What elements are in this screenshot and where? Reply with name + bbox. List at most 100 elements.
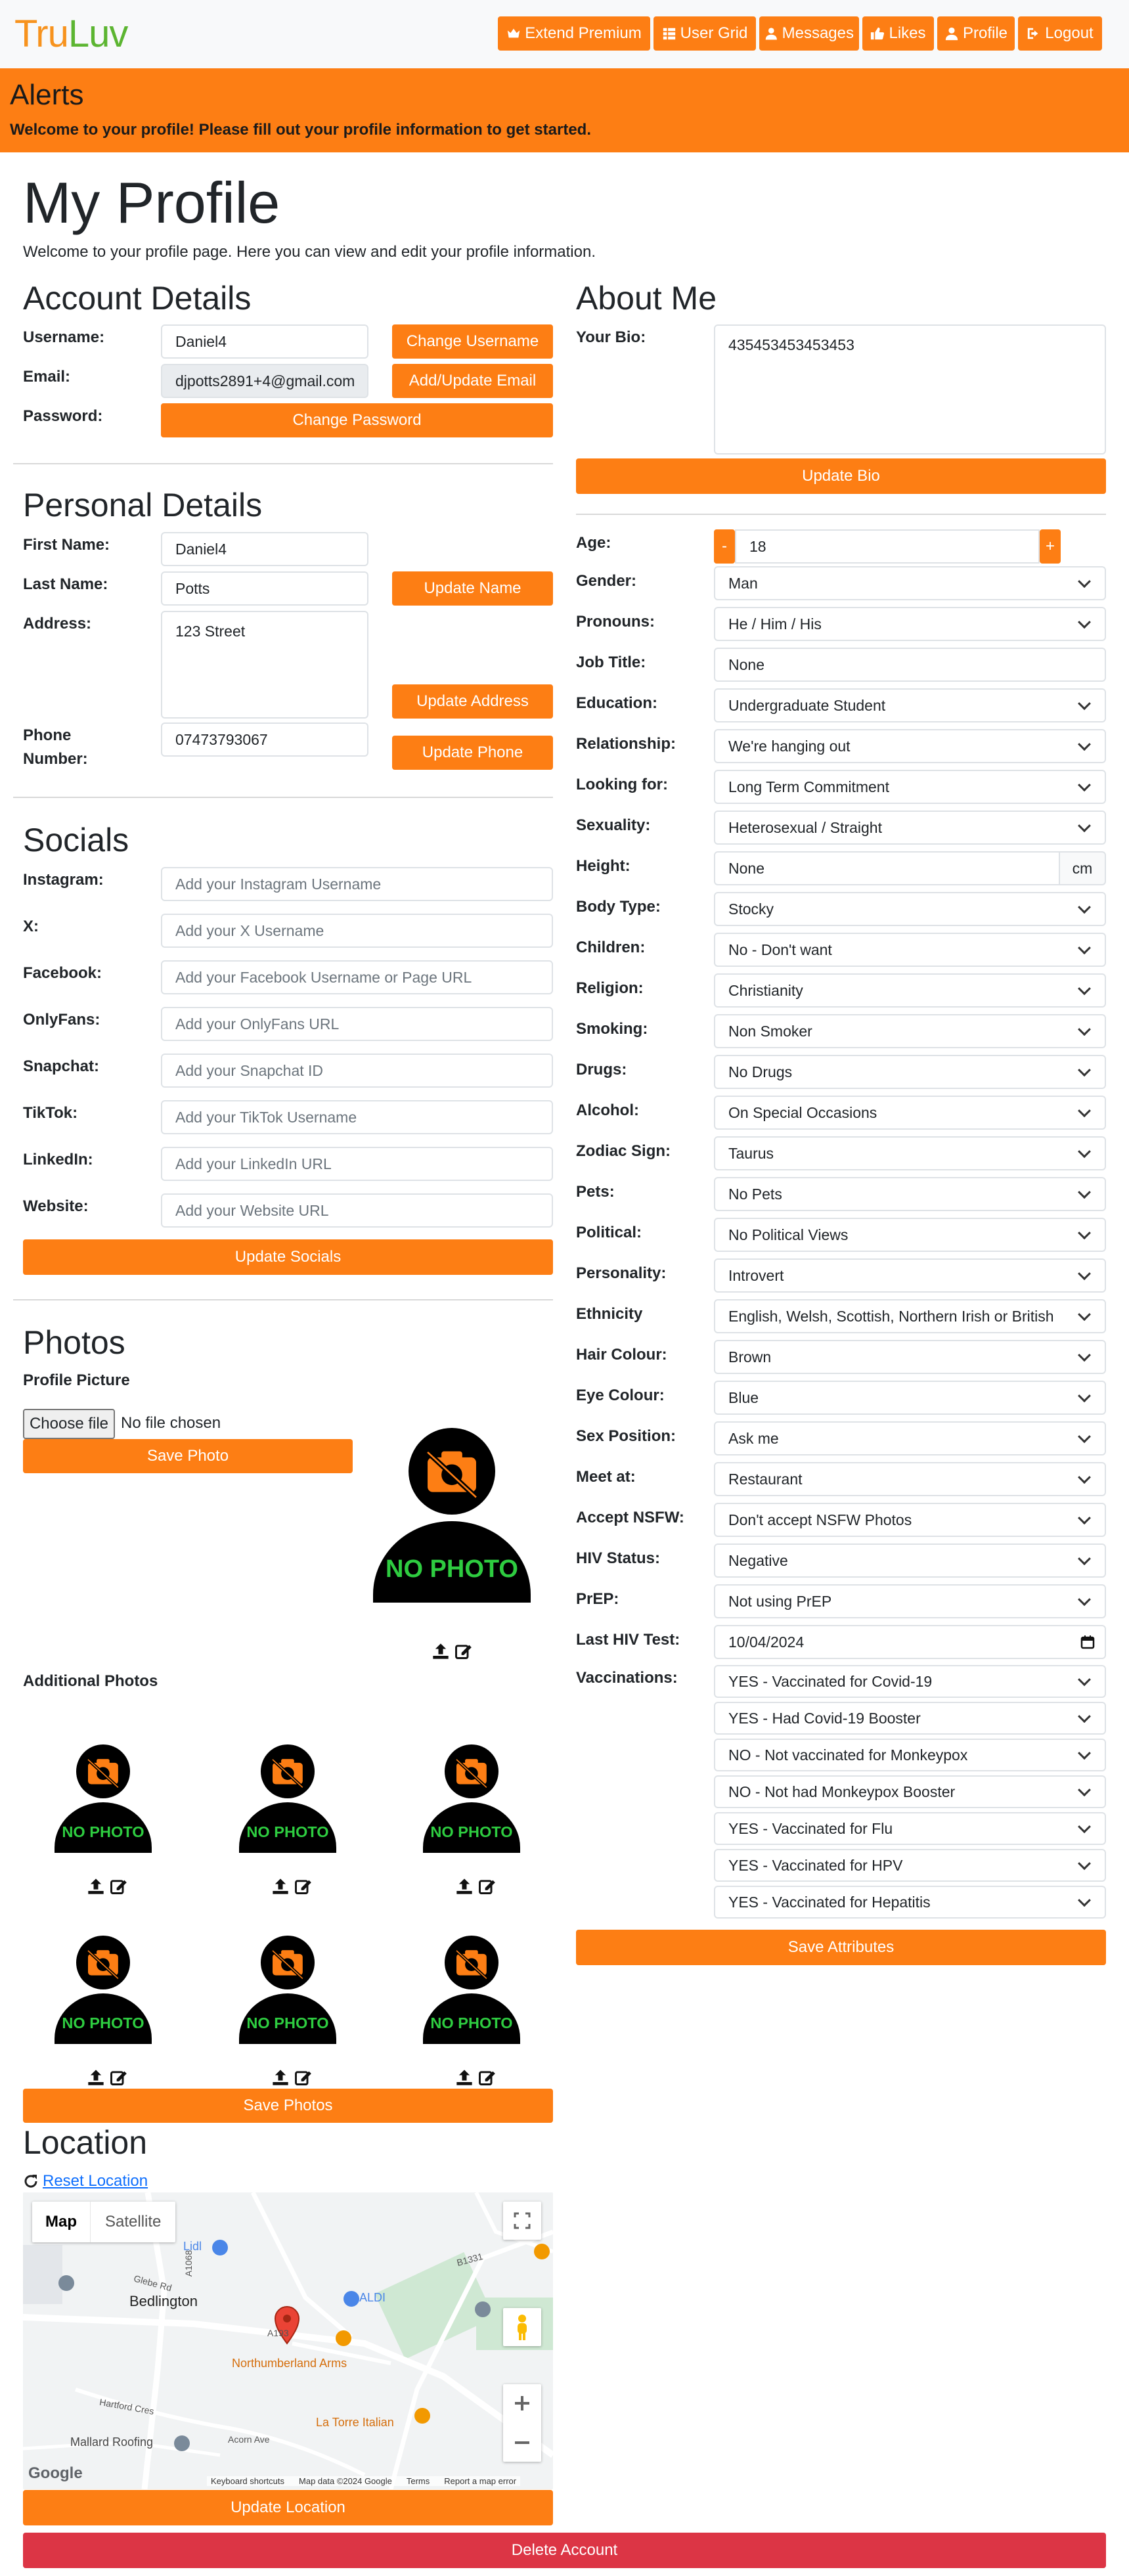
attribute-select[interactable]: Taurus: [714, 1136, 1106, 1170]
reset-location-link-wrap[interactable]: Reset Location: [23, 2172, 148, 2190]
username-input[interactable]: Daniel4: [161, 324, 368, 359]
last-name-input[interactable]: Potts: [161, 571, 368, 606]
nav-logout-button[interactable]: Logout: [1018, 16, 1102, 51]
attribute-select[interactable]: Brown: [714, 1340, 1106, 1374]
edit-icon[interactable]: [294, 1877, 312, 1896]
age-decrement-button[interactable]: -: [714, 529, 735, 564]
keyboard-shortcuts-link[interactable]: Keyboard shortcuts: [211, 2476, 284, 2486]
satellite-tab[interactable]: Satellite: [90, 2202, 175, 2242]
social-input[interactable]: Add your Snapchat ID: [161, 1054, 553, 1088]
email-input[interactable]: djpotts2891+4@gmail.com: [161, 364, 368, 398]
update-socials-button[interactable]: Update Socials: [23, 1239, 553, 1275]
attribute-select[interactable]: No - Don't want: [714, 933, 1106, 967]
vaccination-select[interactable]: YES - Vaccinated for Hepatitis: [714, 1886, 1106, 1919]
zoom-in-icon[interactable]: [503, 2384, 541, 2422]
report-map-error-link[interactable]: Report a map error: [444, 2476, 516, 2486]
attribute-select[interactable]: No Drugs: [714, 1055, 1106, 1089]
zoom-out-icon[interactable]: [503, 2424, 541, 2462]
upload-icon[interactable]: [87, 1877, 105, 1896]
nav-likes-button[interactable]: Likes: [862, 16, 934, 51]
attribute-select[interactable]: Not using PrEP: [714, 1584, 1106, 1618]
social-input[interactable]: Add your X Username: [161, 914, 553, 948]
reset-location-link[interactable]: Reset Location: [43, 2172, 148, 2190]
upload-icon[interactable]: [87, 2068, 105, 2087]
street-view-pegman[interactable]: [503, 2308, 541, 2346]
last-hiv-test-date-input[interactable]: 10/04/2024: [714, 1625, 1106, 1659]
attribute-select[interactable]: Heterosexual / Straight: [714, 811, 1106, 845]
social-input[interactable]: Add your OnlyFans URL: [161, 1007, 553, 1041]
upload-icon[interactable]: [432, 1642, 450, 1660]
social-input[interactable]: Add your TikTok Username: [161, 1100, 553, 1134]
age-input[interactable]: 18: [735, 529, 1040, 564]
choose-file-button[interactable]: Choose file: [23, 1409, 115, 1439]
update-bio-button[interactable]: Update Bio: [576, 458, 1106, 494]
attribute-select[interactable]: Non Smoker: [714, 1014, 1106, 1048]
change-username-button[interactable]: Change Username: [392, 324, 553, 359]
attribute-select[interactable]: Undergraduate Student: [714, 688, 1106, 722]
update-location-button[interactable]: Update Location: [23, 2490, 553, 2525]
vaccination-select[interactable]: YES - Vaccinated for Flu: [714, 1812, 1106, 1845]
nav-profile-button[interactable]: Profile: [937, 16, 1015, 51]
edit-icon[interactable]: [109, 1877, 127, 1896]
map-tab[interactable]: Map: [32, 2202, 90, 2242]
update-name-button[interactable]: Update Name: [392, 571, 553, 606]
attribute-select[interactable]: Christianity: [714, 973, 1106, 1008]
save-attributes-button[interactable]: Save Attributes: [576, 1930, 1106, 1965]
attribute-select[interactable]: Ask me: [714, 1421, 1106, 1455]
change-password-button[interactable]: Change Password: [161, 403, 553, 437]
delete-account-button[interactable]: Delete Account: [23, 2533, 1106, 2568]
address-textarea[interactable]: 123 Street: [161, 611, 368, 719]
attribute-select[interactable]: English, Welsh, Scottish, Northern Irish…: [714, 1299, 1106, 1333]
fullscreen-button[interactable]: [503, 2202, 541, 2240]
age-increment-button[interactable]: +: [1040, 529, 1061, 564]
attribute-select[interactable]: He / Him / His: [714, 607, 1106, 641]
vaccination-select[interactable]: YES - Vaccinated for Covid-19: [714, 1665, 1106, 1698]
attribute-select[interactable]: On Special Occasions: [714, 1096, 1106, 1130]
attribute-select[interactable]: Negative: [714, 1543, 1106, 1578]
nav-messages-button[interactable]: Messages: [759, 16, 859, 51]
save-photo-button[interactable]: Save Photo: [23, 1439, 353, 1473]
vaccination-select[interactable]: YES - Had Covid-19 Booster: [714, 1702, 1106, 1735]
attribute-select[interactable]: Long Term Commitment: [714, 770, 1106, 804]
edit-icon[interactable]: [477, 2068, 496, 2087]
attribute-select[interactable]: No Pets: [714, 1177, 1106, 1211]
vaccination-select[interactable]: YES - Vaccinated for HPV: [714, 1849, 1106, 1882]
edit-icon[interactable]: [454, 1642, 472, 1660]
edit-icon[interactable]: [294, 2068, 312, 2087]
edit-icon[interactable]: [109, 2068, 127, 2087]
social-input[interactable]: Add your Facebook Username or Page URL: [161, 960, 553, 994]
social-input[interactable]: Add your Website URL: [161, 1193, 553, 1228]
phone-input[interactable]: 07473793067: [161, 722, 368, 757]
vaccination-select[interactable]: NO - Not had Monkeypox Booster: [714, 1775, 1106, 1808]
nav-user-grid-button[interactable]: User Grid: [653, 16, 756, 51]
attribute-select[interactable]: Restaurant: [714, 1462, 1106, 1496]
upload-icon[interactable]: [271, 2068, 290, 2087]
calendar-icon[interactable]: [1080, 1634, 1096, 1650]
update-phone-button[interactable]: Update Phone: [392, 736, 553, 770]
upload-icon[interactable]: [455, 1877, 474, 1896]
terms-link[interactable]: Terms: [407, 2476, 430, 2486]
attribute-select[interactable]: Stocky: [714, 892, 1106, 926]
upload-icon[interactable]: [455, 2068, 474, 2087]
attribute-select[interactable]: Don't accept NSFW Photos: [714, 1503, 1106, 1537]
attribute-select[interactable]: Introvert: [714, 1258, 1106, 1293]
attribute-select[interactable]: Man: [714, 566, 1106, 600]
attribute-select[interactable]: Blue: [714, 1381, 1106, 1415]
attribute-select[interactable]: No Political Views: [714, 1218, 1106, 1252]
social-input[interactable]: Add your LinkedIn URL: [161, 1147, 553, 1181]
nav-extend-premium-button[interactable]: Extend Premium: [498, 16, 650, 51]
vaccination-select[interactable]: NO - Not vaccinated for Monkeypox: [714, 1739, 1106, 1771]
edit-icon[interactable]: [477, 1877, 496, 1896]
save-photos-button[interactable]: Save Photos: [23, 2089, 553, 2123]
update-email-button[interactable]: Add/Update Email: [392, 364, 553, 398]
job-title-input[interactable]: None: [714, 648, 1106, 682]
social-input[interactable]: Add your Instagram Username: [161, 867, 553, 901]
first-name-input[interactable]: Daniel4: [161, 532, 368, 566]
attribute-select[interactable]: We're hanging out: [714, 729, 1106, 763]
height-input[interactable]: None: [714, 851, 1060, 885]
bio-textarea[interactable]: 435453453453453: [714, 324, 1106, 455]
update-address-button[interactable]: Update Address: [392, 684, 553, 719]
logo[interactable]: TruLuv: [14, 12, 128, 56]
map[interactable]: Bedlington Northumberland Arms La Torre …: [23, 2192, 553, 2489]
upload-icon[interactable]: [271, 1877, 290, 1896]
